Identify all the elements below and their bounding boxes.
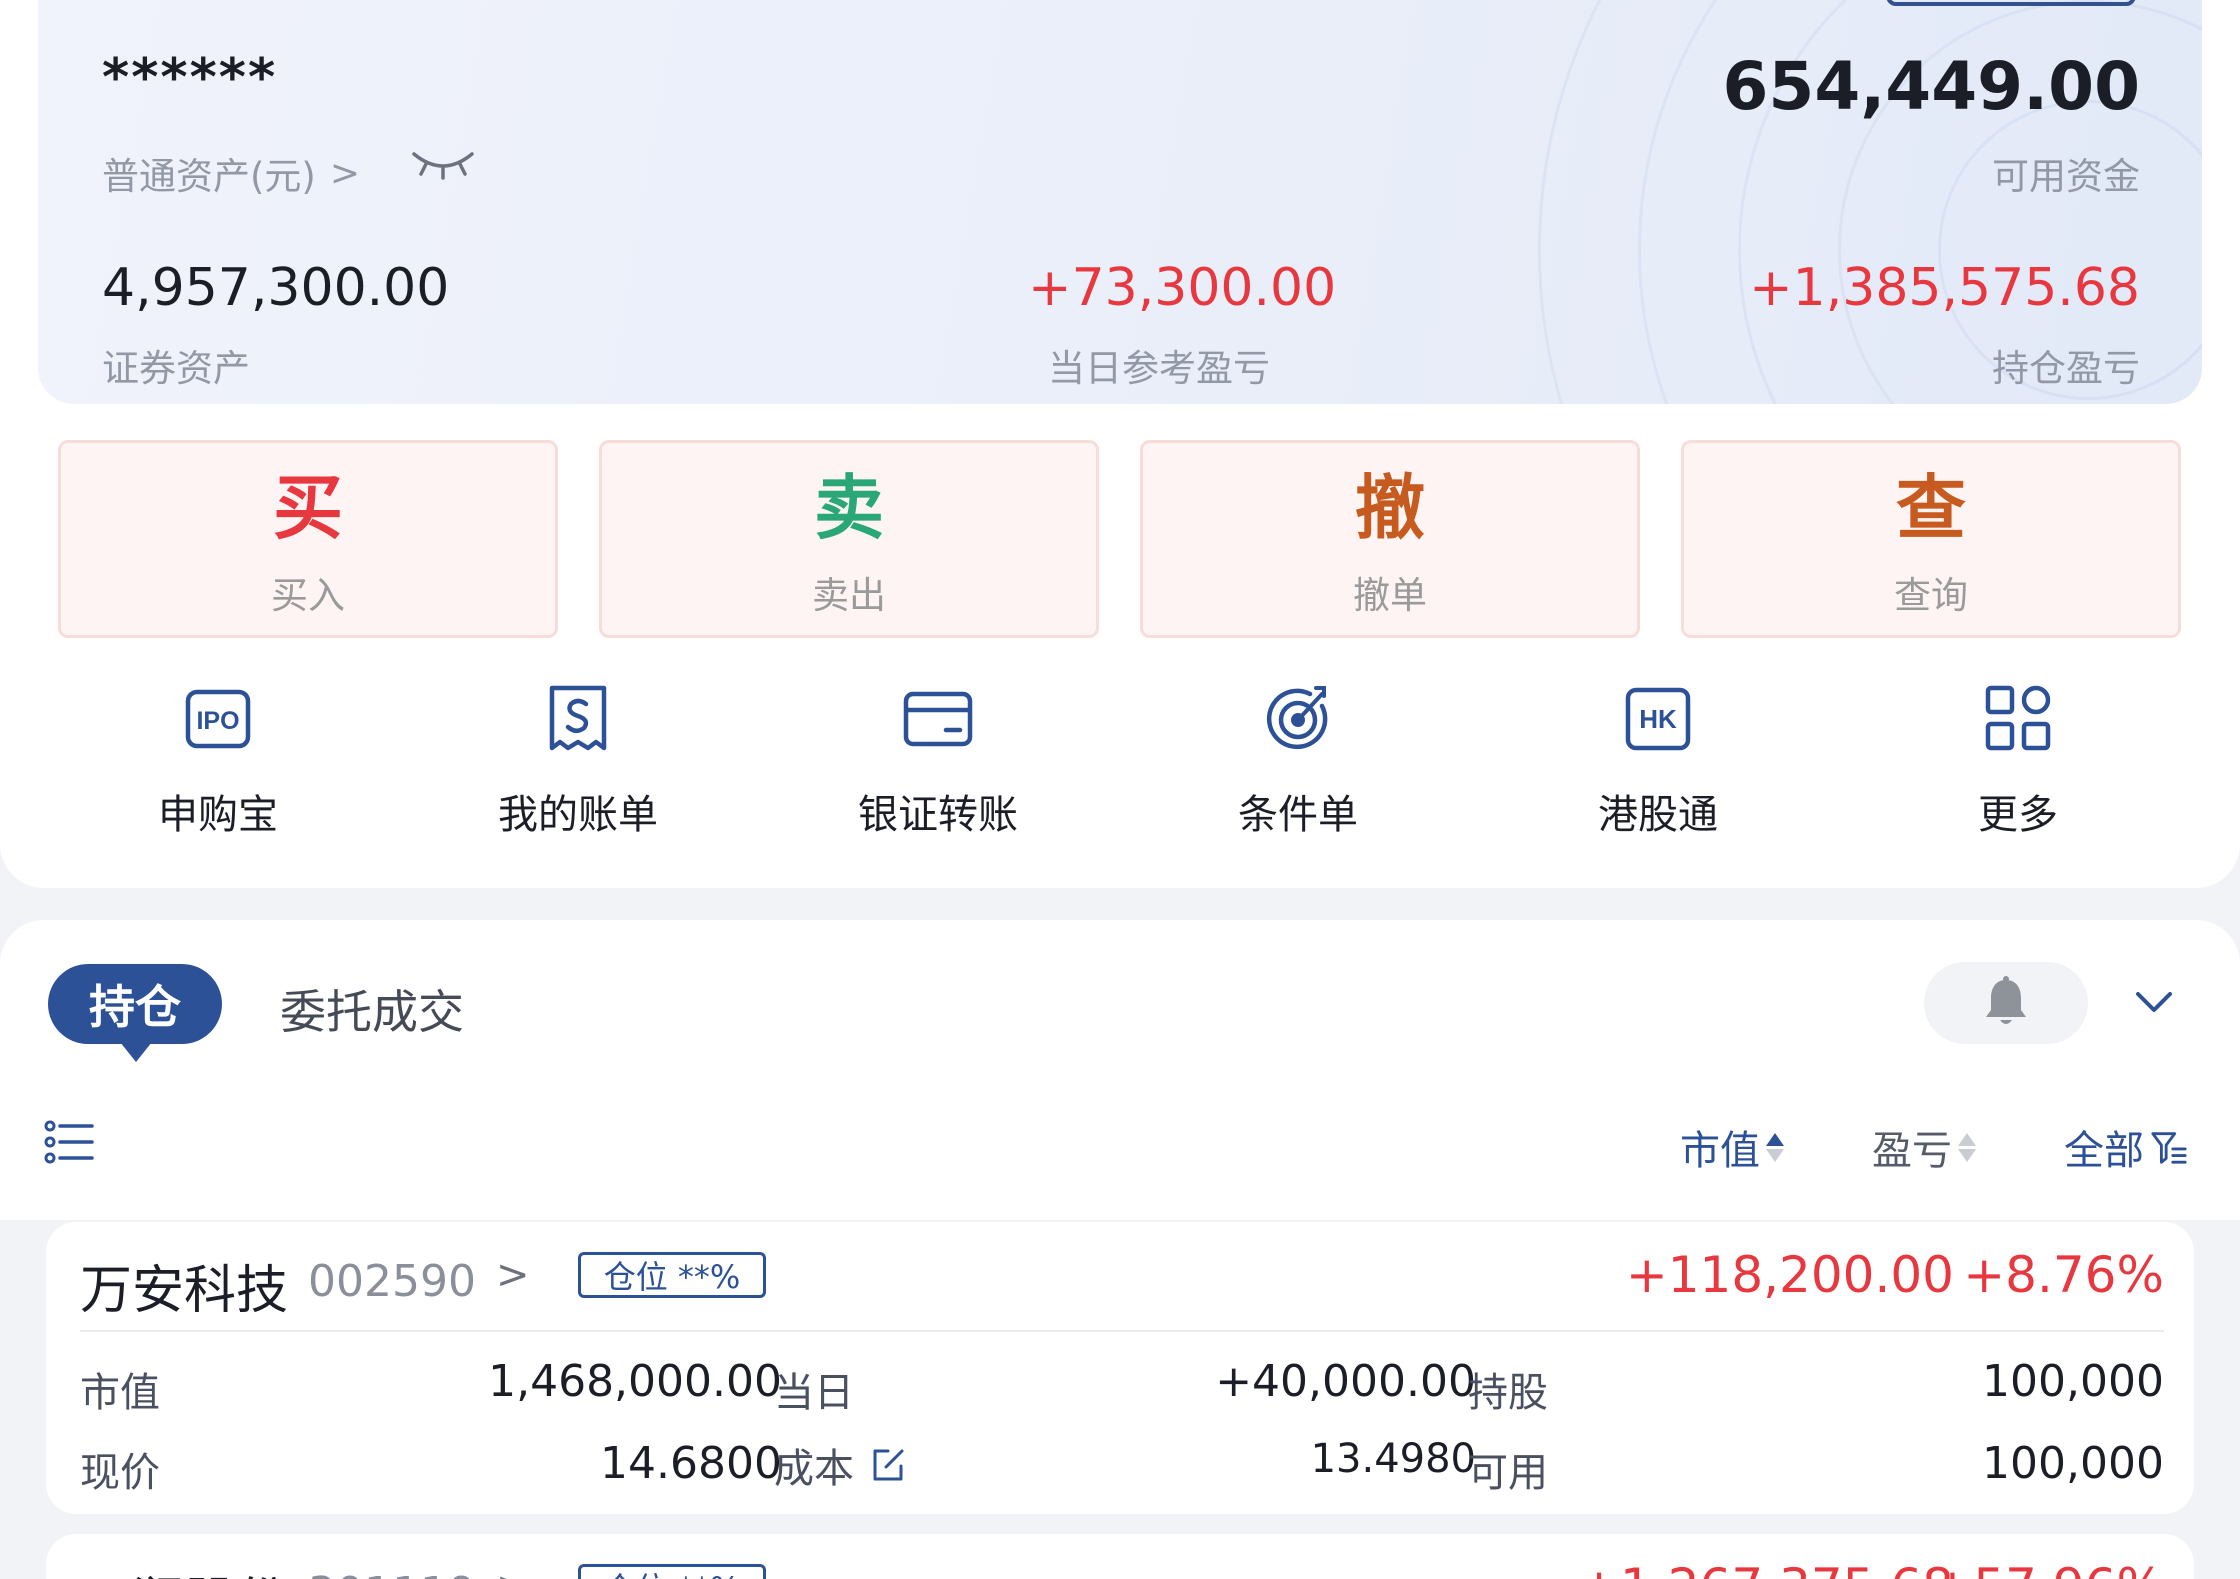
svg-text:IPO: IPO: [196, 707, 239, 735]
market-value: 1,468,000.00: [488, 1356, 782, 1407]
price-label: 现价: [80, 1450, 160, 1496]
available-shares-label: 可用: [1468, 1450, 1548, 1496]
sort-market-value-label: 市值: [1680, 1128, 1760, 1174]
query-glyph: 查: [1896, 467, 1966, 549]
target-icon: [1266, 686, 1328, 750]
stock-code: 301119: [308, 1568, 476, 1579]
stock-name: 万安科技: [80, 1261, 289, 1321]
sell-label: 卖出: [812, 574, 886, 617]
cancel-order-label: 撤单: [1353, 574, 1427, 617]
filter-all-button[interactable]: 全部: [2064, 1118, 2188, 1176]
position-ratio-badge: 仓位 **%: [578, 1252, 766, 1298]
sell-button[interactable]: 卖 卖出: [599, 440, 1099, 638]
tab-orders[interactable]: 委托成交: [280, 976, 464, 1042]
top-button-edge[interactable]: [1886, 0, 2136, 6]
buy-button[interactable]: 买 买入: [58, 440, 558, 638]
buy-label: 买入: [271, 574, 345, 617]
sort-pnl-label: 盈亏: [1872, 1128, 1952, 1174]
stock-code: 002590: [308, 1256, 476, 1307]
quick-hk-connect-label: 港股通: [1598, 792, 1718, 838]
ipo-icon: IPO: [185, 689, 251, 749]
position-ratio-badge: 仓位 **%: [578, 1564, 766, 1579]
quick-hk-connect[interactable]: HK 港股通: [1528, 682, 1788, 840]
hk-icon: HK: [1625, 687, 1691, 751]
normal-assets-link[interactable]: 普通资产(元) >: [102, 146, 360, 200]
chevron-down-icon[interactable]: [2132, 984, 2176, 1020]
bill-icon: [549, 685, 607, 751]
cost-label: 成本: [774, 1446, 854, 1492]
alert-button[interactable]: [1924, 962, 2088, 1044]
cost-edit-button[interactable]: 成本: [774, 1436, 908, 1494]
position-card[interactable]: 万安科技 002590 > 仓位 **% +118,200.00 +8.76% …: [46, 1222, 2194, 1514]
list-view-icon[interactable]: [44, 1120, 94, 1164]
day-pnl-value: +73,300.00: [1028, 258, 1337, 318]
filter-all-label: 全部: [2064, 1128, 2144, 1174]
securities-assets-value: 4,957,300.00: [102, 258, 450, 318]
sort-pnl-button[interactable]: 盈亏: [1872, 1118, 1976, 1176]
shares-label: 持股: [1468, 1370, 1548, 1416]
chevron-right-icon[interactable]: >: [496, 1564, 530, 1579]
buy-glyph: 买: [273, 467, 343, 549]
quick-conditional-order-label: 条件单: [1238, 792, 1358, 838]
sort-arrows-icon: [1766, 1132, 1784, 1162]
available-funds-value: 654,449.00: [1722, 48, 2140, 125]
quick-more-label: 更多: [1978, 792, 2058, 838]
sell-glyph: 卖: [814, 467, 884, 549]
current-price: 14.6800: [600, 1438, 782, 1489]
stock-name: 天润股份: [80, 1560, 288, 1579]
normal-assets-label: 普通资产(元): [102, 155, 316, 198]
quick-ipo-label: 申购宝: [158, 792, 278, 838]
query-label: 查询: [1894, 574, 1968, 617]
query-button[interactable]: 查 查询: [1681, 440, 2181, 638]
cancel-order-button[interactable]: 撤 撤单: [1140, 440, 1640, 638]
divider: [80, 1330, 2164, 1332]
quick-transfer[interactable]: 银证转账: [808, 682, 1068, 840]
cost: 13.4980: [1310, 1436, 1476, 1482]
edit-icon: [873, 1449, 904, 1481]
tab-holdings[interactable]: 持仓: [48, 964, 222, 1062]
quick-conditional-order[interactable]: 条件单: [1168, 682, 1428, 840]
chevron-right-icon[interactable]: >: [496, 1252, 530, 1298]
masked-account: ******: [102, 48, 278, 108]
eye-closed-icon[interactable]: [410, 144, 476, 180]
quick-bill[interactable]: 我的账单: [448, 682, 708, 840]
quick-transfer-label: 银证转账: [858, 792, 1018, 838]
day-pnl-label: 当日参考盈亏: [1048, 347, 1270, 390]
svg-text:HK: HK: [1639, 704, 1677, 734]
cancel-order-glyph: 撤: [1355, 467, 1425, 549]
day-pnl-label: 当日: [774, 1370, 854, 1416]
filter-icon: [2151, 1132, 2187, 1164]
position-profit-pct: +57.96%: [1931, 1558, 2164, 1579]
sort-arrows-icon: [1958, 1132, 1976, 1162]
day-pnl: +40,000.00: [1215, 1356, 1476, 1407]
available-shares: 100,000: [1982, 1438, 2164, 1489]
card-icon: [903, 691, 973, 747]
bell-icon: [1986, 976, 2026, 1024]
market-value-label: 市值: [80, 1370, 160, 1416]
grid-icon: [1985, 685, 2051, 751]
quick-bill-label: 我的账单: [498, 792, 658, 838]
sort-market-value-button[interactable]: 市值: [1680, 1118, 1784, 1176]
asset-summary-panel: ****** 654,449.00 普通资产(元) > 可用资金 4,957,3…: [38, 0, 2202, 404]
securities-assets-label: 证券资产: [102, 347, 250, 390]
position-card[interactable]: 天润股份 301119 > 仓位 **% +1,267,375.68 +57.9…: [46, 1534, 2194, 1579]
shares: 100,000: [1982, 1356, 2164, 1407]
position-profit: +118,200.00: [1625, 1246, 1954, 1304]
quick-ipo[interactable]: IPO 申购宝: [88, 682, 348, 840]
holding-pnl-label: 持仓盈亏: [1992, 347, 2140, 390]
available-funds-label: 可用资金: [1992, 155, 2140, 198]
holding-pnl-value: +1,385,575.68: [1749, 258, 2140, 318]
position-profit-pct: +8.76%: [1963, 1246, 2164, 1304]
quick-more[interactable]: 更多: [1888, 682, 2148, 840]
chevron-right-icon: >: [329, 152, 361, 194]
position-profit: +1,267,375.68: [1578, 1558, 1954, 1579]
